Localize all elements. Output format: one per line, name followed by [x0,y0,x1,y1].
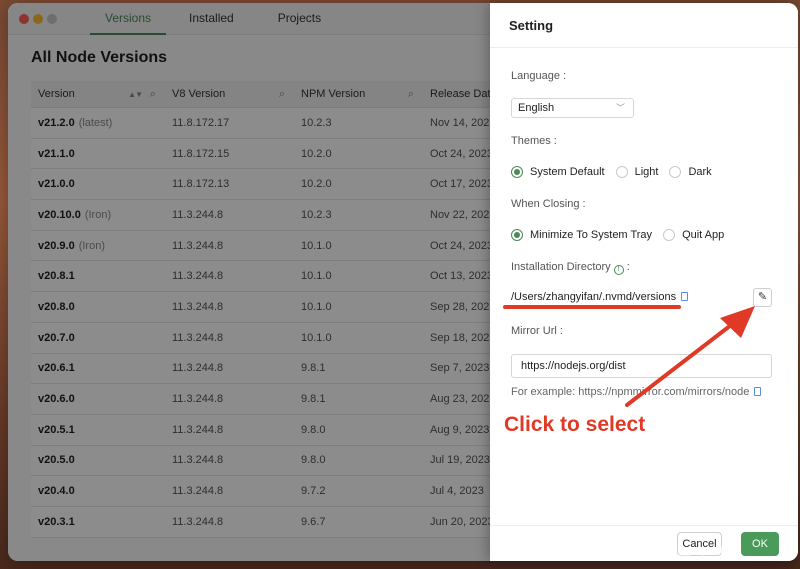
arrow-head [720,306,755,338]
watermark: CSDN @hefeng_aspnet [605,545,724,557]
arrow-shaft [625,320,737,407]
annotation-arrow [625,306,755,407]
annotation-text: Click to select [504,413,646,436]
